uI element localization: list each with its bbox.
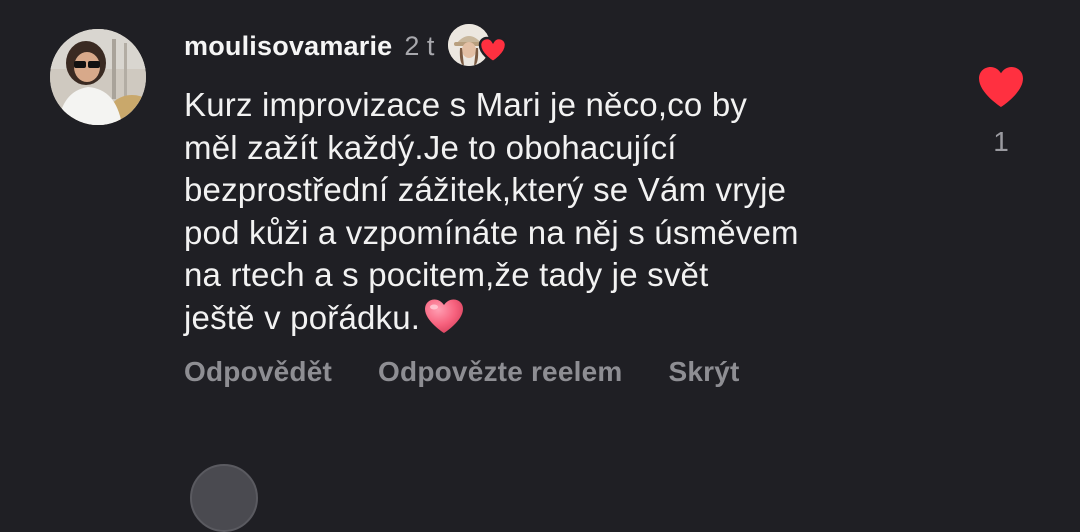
timestamp: 2 t — [404, 30, 435, 61]
reply-with-reel-button[interactable]: Odpovězte reelem — [378, 356, 622, 388]
creator-liked-badge — [448, 24, 508, 68]
heart-icon — [479, 36, 508, 64]
comment-body: Kurz improvizace s Mari je něco,co by mě… — [184, 86, 799, 336]
pink-heart-emoji-icon — [425, 299, 464, 333]
like-heart-icon[interactable] — [976, 64, 1026, 110]
comment-header: moulisovamarie 2 t — [184, 24, 508, 68]
comment-actions: Odpovědět Odpovězte reelem Skrýt — [184, 356, 786, 388]
like-count: 1 — [993, 126, 1009, 157]
hide-button[interactable]: Skrýt — [668, 356, 739, 388]
comment-item: moulisovamarie 2 t Kurz improvizace s Ma… — [0, 0, 1080, 532]
comment-text: Kurz improvizace s Mari je něco,co by mě… — [184, 84, 944, 339]
like-column: 1 — [975, 64, 1027, 158]
username[interactable]: moulisovamarie — [184, 31, 392, 62]
user-avatar[interactable] — [50, 29, 146, 125]
reply-button[interactable]: Odpovědět — [184, 356, 332, 388]
next-comment-avatar[interactable] — [190, 464, 258, 532]
avatar-photo — [50, 29, 146, 125]
